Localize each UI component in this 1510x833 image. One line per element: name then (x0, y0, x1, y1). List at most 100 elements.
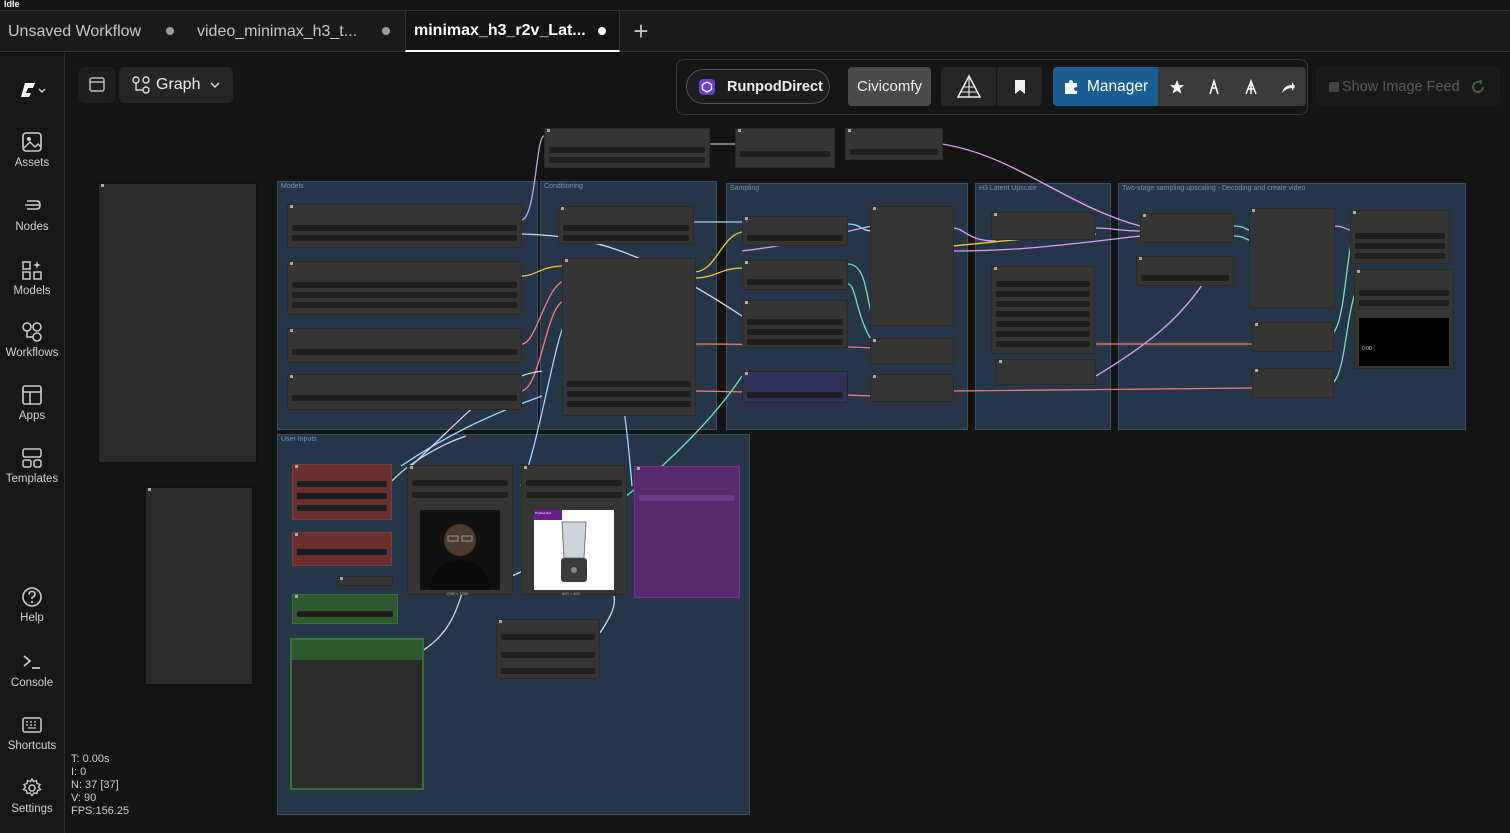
vae-decode-node[interactable] (1249, 208, 1335, 308)
sampler-node[interactable] (742, 300, 848, 348)
unsaved-dot-icon[interactable] (166, 27, 174, 35)
stat-nodes: N: 37 [37] (71, 779, 119, 791)
graph-canvas[interactable]: Models Conditioning Sampling H3 Latent U… (66, 116, 1510, 833)
refresh-icon (1471, 79, 1484, 93)
create-video-node[interactable] (1350, 210, 1450, 264)
graph-node[interactable] (735, 128, 835, 168)
sidebar-item-assets[interactable]: Assets (0, 131, 64, 169)
toggle-panel-button[interactable] (79, 67, 115, 103)
graph-node[interactable] (1252, 322, 1334, 352)
prompt-node-red[interactable] (292, 532, 392, 566)
workflow-icon (22, 322, 42, 342)
image-feed-label: Show Image Feed (1342, 78, 1460, 95)
snapshot-button[interactable] (1195, 67, 1232, 106)
graph-node[interactable] (337, 576, 393, 586)
favorites-button[interactable] (1158, 67, 1195, 106)
note-node-purple[interactable] (634, 466, 740, 598)
portrait-image (420, 510, 500, 590)
graph-node[interactable] (996, 359, 1096, 385)
sidebar-item-label: Workflows (5, 347, 59, 359)
add-tab-button[interactable]: + (626, 11, 656, 52)
stat-fps: FPS:156.25 (71, 805, 130, 817)
conditioning-node[interactable] (558, 206, 694, 244)
sidebar-item-apps[interactable]: Apps (0, 384, 64, 422)
sidebar-item-nodes[interactable]: Nodes (0, 195, 64, 233)
sidebar-item-label: Console (10, 677, 54, 689)
product-badge: Product Ref (534, 510, 562, 520)
manager-button[interactable]: Manager (1053, 67, 1158, 106)
unsaved-dot-icon[interactable] (382, 27, 390, 35)
load-image-node[interactable]: 1280 × 1280 (407, 465, 513, 596)
sidebar-item-models[interactable]: Models (0, 259, 64, 297)
app-logo-menu[interactable] (0, 79, 64, 105)
stat-vertices: V: 90 (71, 792, 97, 804)
unsaved-dot-icon[interactable] (598, 27, 606, 35)
bookmark-icon (1014, 79, 1025, 94)
bookmark-button[interactable] (997, 67, 1042, 106)
graph-mode-dropdown[interactable]: Graph (119, 67, 233, 103)
upscale-node[interactable] (991, 266, 1095, 354)
input-node-green-large[interactable] (290, 638, 424, 790)
model-loader-node[interactable] (287, 261, 522, 315)
civicomfy-label: Civicomfy (856, 78, 922, 95)
graph-node[interactable] (870, 338, 954, 364)
star-icon (1169, 79, 1184, 93)
share-button[interactable] (1269, 67, 1306, 106)
product-image: Product Ref (534, 510, 614, 590)
graph-node[interactable] (544, 128, 710, 168)
tab-bar: Unsaved Workflow video_minimax_h3_t... m… (0, 10, 1510, 52)
image-icon (22, 132, 42, 152)
sidebar-item-settings[interactable]: Settings (0, 777, 64, 815)
ksampler-node[interactable] (870, 206, 954, 326)
prompt-node-red[interactable] (292, 464, 392, 520)
load-image-node[interactable]: Product Ref 800 × 800 (521, 465, 627, 596)
model-loader-node[interactable] (287, 328, 522, 363)
tab-video-minimax[interactable]: video_minimax_h3_t... (189, 11, 403, 52)
graph-node[interactable] (870, 374, 954, 402)
help-icon (22, 587, 42, 607)
sidebar-item-workflows[interactable]: Workflows (0, 321, 64, 359)
comfy-logo-icon (21, 83, 46, 97)
graph-node[interactable] (496, 619, 600, 679)
graph-node[interactable] (845, 128, 943, 160)
share-arrow-icon (1281, 81, 1295, 93)
sidebar-item-label: Assets (14, 157, 50, 169)
pyramid-logo-icon (956, 73, 981, 98)
input-node-green[interactable] (292, 594, 398, 624)
console-icon (23, 655, 40, 669)
graph-node[interactable] (1140, 213, 1234, 243)
sampler-node[interactable] (742, 216, 848, 246)
sidebar-item-templates[interactable]: Templates (0, 447, 64, 485)
latent-node[interactable] (742, 371, 848, 403)
runpod-label: RunpodDirect (727, 78, 823, 95)
video-preview[interactable]: 0:00 (1359, 318, 1449, 366)
workflow-logo-button[interactable] (941, 67, 996, 106)
canvas-stats: T: 0.00s I: 0 N: 37 [37] V: 90 FPS:156.2… (71, 753, 129, 818)
sidebar-item-shortcuts[interactable]: Shortcuts (0, 714, 64, 752)
preview-panel-node[interactable] (144, 486, 254, 686)
text-encode-node[interactable] (562, 258, 696, 416)
graph-node[interactable] (1252, 368, 1334, 398)
graph-node[interactable] (1136, 256, 1234, 286)
model-loader-node[interactable] (287, 374, 522, 410)
image-size: 800 × 800 (562, 591, 580, 596)
image-size: 1280 × 1280 (446, 591, 469, 596)
sidebar-item-console[interactable]: Console (0, 651, 64, 689)
tab-label: Unsaved Workflow (8, 22, 142, 40)
stat-iterations: I: 0 (71, 766, 87, 778)
sidebar-item-label: Templates (5, 473, 59, 485)
civicomfy-button[interactable]: Civicomfy (848, 67, 931, 106)
preview-panel-node[interactable] (97, 182, 258, 464)
stat-time: T: 0.00s (71, 753, 110, 765)
model-loader-node[interactable] (287, 204, 522, 248)
sidebar-item-help[interactable]: Help (0, 586, 64, 624)
sampler-node[interactable] (742, 260, 848, 290)
tab-unsaved-workflow[interactable]: Unsaved Workflow (0, 11, 186, 52)
tab-minimax-r2v[interactable]: minimax_h3_r2v_Lat... (405, 11, 620, 52)
runpod-direct-button[interactable]: RunpodDirect (686, 69, 830, 104)
show-image-feed-button[interactable]: Show Image Feed (1316, 67, 1500, 106)
save-video-node[interactable]: 0:00 (1354, 269, 1454, 369)
manager-label: Manager (1087, 77, 1149, 95)
upscale-node[interactable] (991, 212, 1095, 240)
model-share-button[interactable] (1232, 67, 1269, 106)
